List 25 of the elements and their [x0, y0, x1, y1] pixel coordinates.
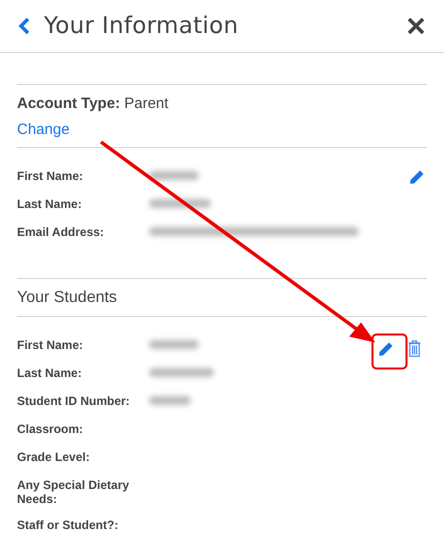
- field-label: Last Name:: [17, 366, 83, 380]
- trash-icon[interactable]: [408, 340, 421, 356]
- change-link[interactable]: Change: [17, 121, 70, 139]
- pencil-icon[interactable]: [378, 341, 394, 357]
- field-label: Last Name:: [17, 197, 83, 211]
- blurred-value: [149, 396, 191, 405]
- blurred-value: [149, 199, 211, 208]
- blurred-value: [149, 368, 214, 377]
- field-label: Staff or Student?:: [17, 518, 120, 532]
- blurred-value: [149, 171, 199, 180]
- field-label: First Name:: [17, 338, 84, 352]
- field-label: Any Special Dietary Needs:: [17, 478, 130, 506]
- field-label: Grade Level:: [17, 450, 91, 464]
- field-label: Classroom:: [17, 422, 84, 436]
- section-heading: Your Students: [17, 288, 118, 308]
- blurred-value: [149, 340, 199, 349]
- field-label: Email Address:: [17, 225, 105, 239]
- page-title: Your Information: [44, 13, 240, 39]
- close-icon[interactable]: [406, 16, 426, 36]
- back-icon[interactable]: [18, 17, 30, 35]
- account-type-text: Account Type: Parent: [17, 95, 170, 113]
- field-label: First Name:: [17, 169, 84, 183]
- field-label: Student ID Number:: [17, 394, 131, 408]
- pencil-icon[interactable]: [409, 169, 425, 185]
- highlight-box: [372, 334, 408, 370]
